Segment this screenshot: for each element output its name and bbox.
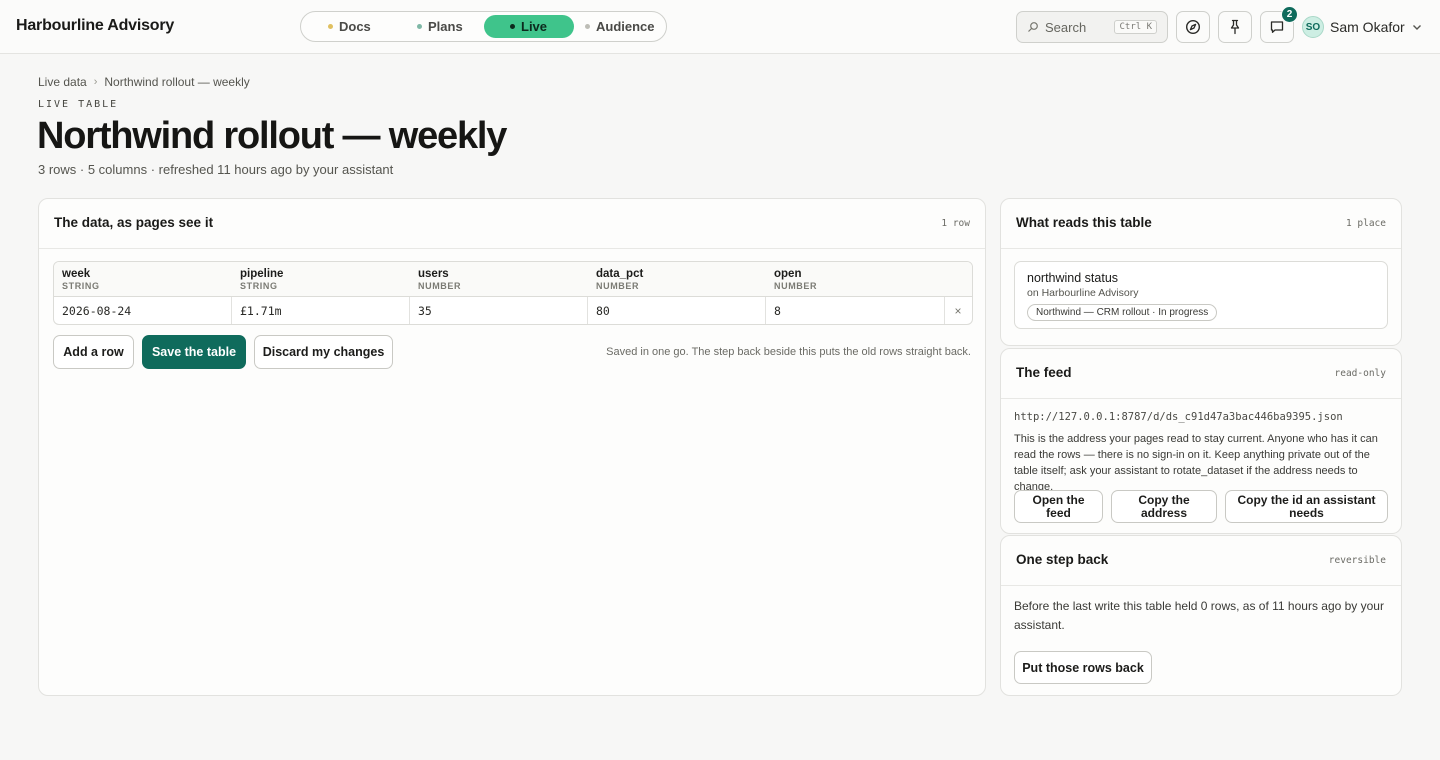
reader-chip: Northwind — CRM rollout · In progress (1027, 304, 1218, 321)
column-header-pipeline: pipeline STRING (240, 268, 283, 291)
column-name: users (418, 268, 449, 280)
pin-icon (1230, 19, 1240, 35)
avatar: SO (1302, 16, 1324, 38)
column-header-week: week STRING (62, 268, 100, 291)
column-name: week (62, 268, 91, 280)
copy-address-button[interactable]: Copy the address (1111, 490, 1217, 523)
column-type: NUMBER (418, 281, 462, 291)
status-dot-icon (510, 24, 515, 29)
cell-data-pct-input[interactable]: 80 (588, 297, 766, 324)
cell-pipeline-input[interactable]: £1.71m (232, 297, 410, 324)
tab-label: Docs (339, 19, 371, 34)
page-meta: 3 rows · 5 columns · refreshed 11 hours … (38, 162, 394, 177)
tab-plans[interactable]: Plans (407, 15, 487, 38)
card-title: The data, as pages see it (54, 215, 214, 230)
cell-users-input[interactable]: 35 (410, 297, 588, 324)
column-type: NUMBER (596, 281, 640, 291)
column-name: data_pct (596, 268, 644, 280)
tab-docs[interactable]: Docs (318, 15, 398, 38)
user-name: Sam Okafor (1330, 19, 1405, 35)
status-dot-icon (585, 24, 590, 29)
place-count-tag: 1 place (1345, 218, 1386, 229)
reader-title: northwind status (1027, 271, 1119, 285)
feed-description: This is the address your pages read to s… (1014, 433, 1378, 493)
restore-rows-button[interactable]: Put those rows back (1014, 651, 1152, 684)
cell-week-input[interactable]: 2026-08-24 (54, 297, 232, 324)
table-row: 2026-08-24 £1.71m 35 80 8 × (54, 297, 972, 324)
chevron-down-icon (1412, 25, 1421, 30)
tab-audience[interactable]: Audience (575, 15, 665, 38)
column-name: open (774, 268, 802, 280)
save-table-button[interactable]: Save the table (142, 335, 246, 369)
section-nav: Docs Plans Live Audience (300, 11, 667, 42)
page-eyebrow: LIVE TABLE (38, 99, 119, 110)
tab-label: Live (521, 19, 548, 34)
column-type: STRING (62, 281, 100, 291)
save-note: Saved in one go. The step back beside th… (606, 346, 971, 358)
reversible-tag: reversible (1328, 555, 1386, 566)
notification-badge: 2 (1281, 6, 1298, 23)
reader-item[interactable]: northwind status on Harbourline Advisory… (1014, 261, 1388, 329)
step-back-description: Before the last write this table held 0 … (1014, 599, 1384, 632)
tab-label: Plans (428, 19, 463, 34)
add-row-button[interactable]: Add a row (53, 335, 134, 369)
breadcrumb: Live data › Northwind rollout — weekly (38, 75, 250, 89)
feed-url: http://127.0.0.1:8787/d/ds_c91d47a3bac44… (1014, 411, 1343, 423)
column-header-data-pct: data_pct NUMBER (596, 268, 643, 291)
step-back-card: One step back reversible Before the last… (1000, 535, 1402, 696)
tab-label: Audience (596, 19, 655, 34)
compass-icon (1185, 19, 1201, 35)
card-title: The feed (1016, 365, 1072, 380)
search-icon (1028, 22, 1038, 32)
explore-button[interactable] (1176, 11, 1210, 43)
table-header-row: week STRING pipeline STRING users NUMBER… (54, 262, 972, 297)
card-header: The feed read-only (1001, 349, 1401, 399)
open-feed-button[interactable]: Open the feed (1014, 490, 1103, 523)
feed-card: The feed read-only http://127.0.0.1:8787… (1000, 348, 1402, 534)
brand-name[interactable]: Harbourline Advisory (16, 17, 174, 35)
card-title: One step back (1016, 552, 1109, 567)
search-placeholder: Search (1045, 19, 1087, 35)
column-type: STRING (240, 281, 278, 291)
search-input[interactable]: Search Ctrl K (1016, 11, 1168, 43)
data-table: week STRING pipeline STRING users NUMBER… (53, 261, 973, 325)
top-bar: Harbourline Advisory Docs Plans Live Aud… (0, 0, 1440, 54)
card-header: One step back reversible (1001, 536, 1401, 586)
read-only-tag: read-only (1334, 368, 1386, 379)
reads-card: What reads this table 1 place northwind … (1000, 198, 1402, 346)
breadcrumb-root-link[interactable]: Live data (38, 75, 87, 89)
pin-button[interactable] (1218, 11, 1252, 43)
breadcrumb-current: Northwind rollout — weekly (104, 75, 250, 89)
chat-icon (1270, 21, 1284, 33)
card-header: The data, as pages see it 1 row (39, 199, 985, 249)
page-title: Northwind rollout — weekly (37, 115, 507, 157)
search-shortcut: Ctrl K (1114, 20, 1157, 34)
column-header-open: open NUMBER (774, 268, 817, 291)
user-menu[interactable]: SO Sam Okafor (1302, 15, 1423, 39)
delete-row-button[interactable]: × (944, 297, 972, 324)
card-header: What reads this table 1 place (1001, 199, 1401, 249)
column-name: pipeline (240, 268, 284, 280)
column-header-users: users NUMBER (418, 268, 461, 291)
data-card: The data, as pages see it 1 row week STR… (38, 198, 986, 696)
reader-subtitle: on Harbourline Advisory (1027, 287, 1139, 299)
card-title: What reads this table (1016, 215, 1152, 230)
row-count-tag: 1 row (941, 218, 970, 229)
cell-open-input[interactable]: 8 (766, 297, 945, 324)
copy-id-button[interactable]: Copy the id an assistant needs (1225, 490, 1388, 523)
discard-changes-button[interactable]: Discard my changes (254, 335, 393, 369)
tab-live[interactable]: Live (484, 15, 574, 38)
breadcrumb-separator-icon: › (93, 76, 98, 88)
status-dot-icon (417, 24, 422, 29)
column-type: NUMBER (774, 281, 818, 291)
status-dot-icon (328, 24, 333, 29)
